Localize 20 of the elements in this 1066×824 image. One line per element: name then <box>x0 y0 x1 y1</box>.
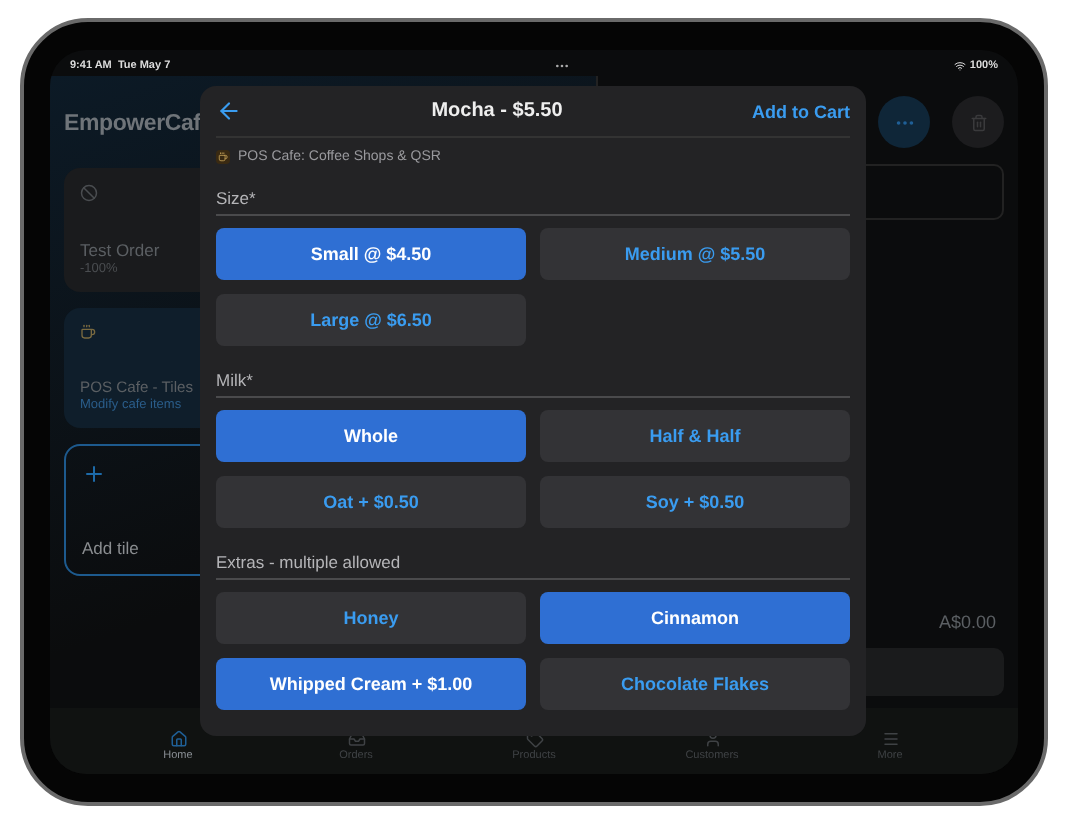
option-button[interactable]: Half & Half <box>540 410 850 462</box>
option-button[interactable]: Soy + $0.50 <box>540 476 850 528</box>
option-button[interactable]: Whole <box>216 410 526 462</box>
option-button[interactable]: Large @ $6.50 <box>216 294 526 346</box>
add-to-cart-link[interactable]: Add to Cart <box>752 101 850 121</box>
group-label: Size* <box>216 164 850 216</box>
option-button[interactable]: Honey <box>216 592 526 644</box>
option-button[interactable]: Medium @ $5.50 <box>540 228 850 280</box>
tile-title: Test Order <box>80 240 160 260</box>
group-label: Milk* <box>216 346 850 398</box>
option-button[interactable]: Whipped Cream + $1.00 <box>216 658 526 710</box>
order-total: A$0.00 <box>938 612 998 632</box>
option-button[interactable]: Chocolate Flakes <box>540 658 850 710</box>
dialog-title: Mocha - $5.50 <box>431 100 563 122</box>
option-button[interactable]: Oat + $0.50 <box>216 476 526 528</box>
tile-title: Add tile <box>82 538 139 558</box>
app-title: EmpowerCaf <box>64 112 201 136</box>
option-button[interactable]: Small @ $4.50 <box>216 228 526 280</box>
option-button[interactable]: Cinnamon <box>540 592 850 644</box>
group-label: Extras - multiple allowed <box>216 528 850 580</box>
